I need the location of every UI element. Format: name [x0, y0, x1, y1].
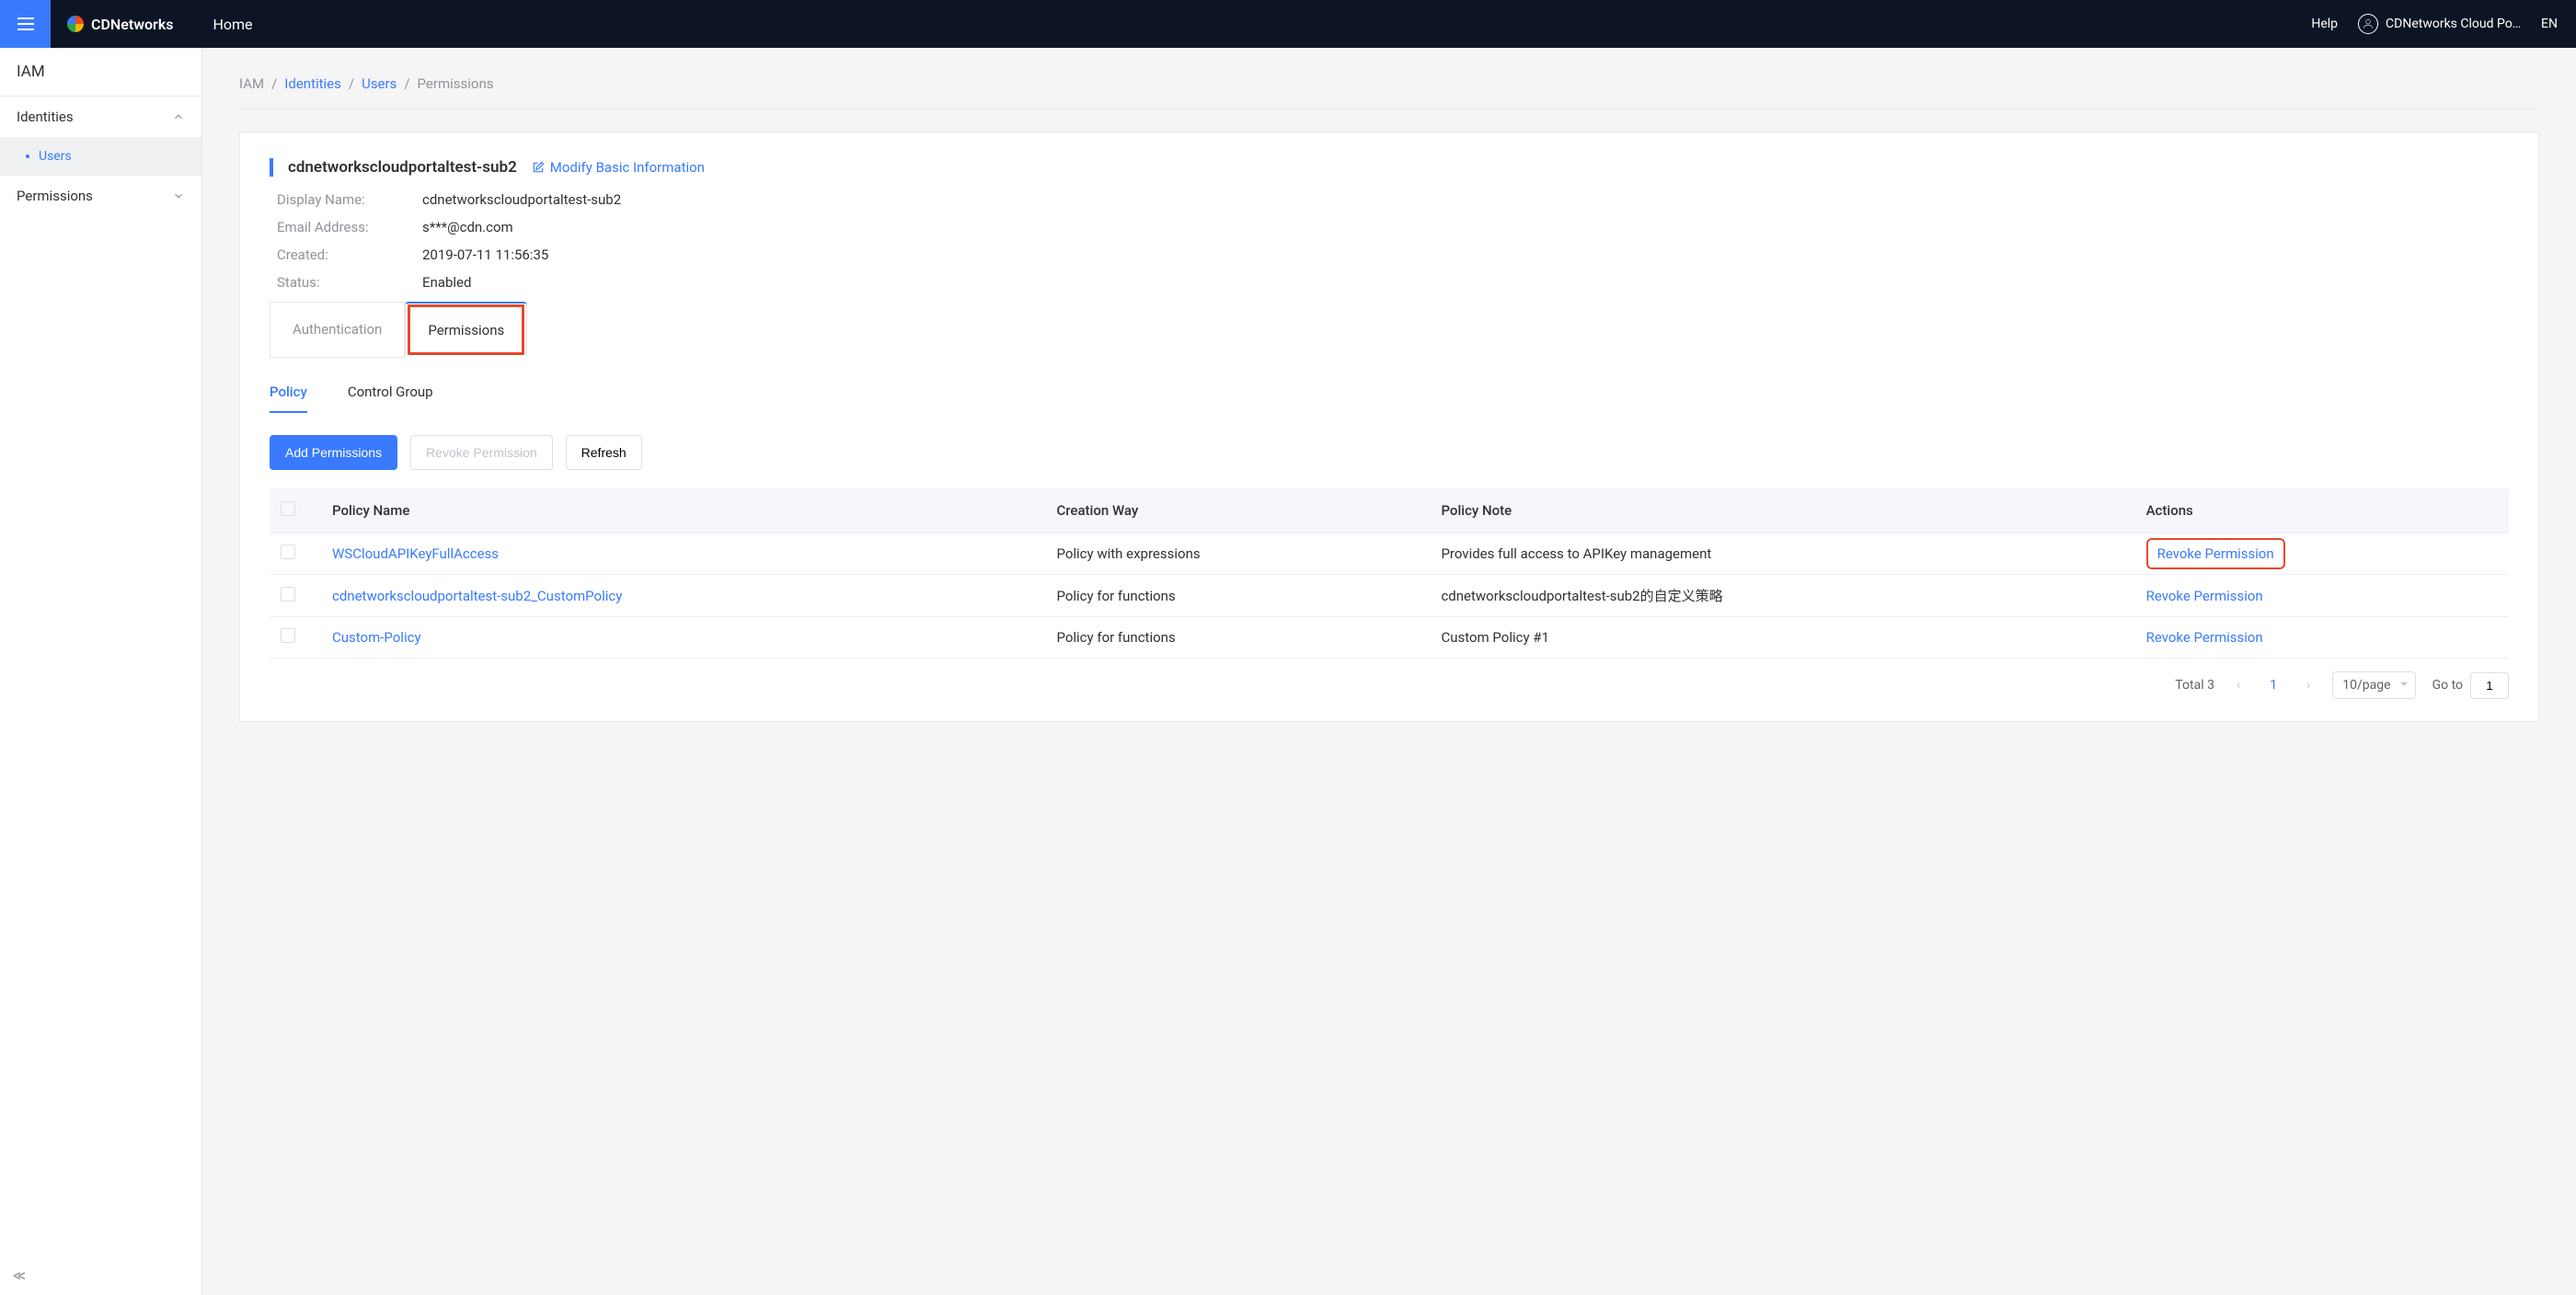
policy-note: cdnetworkscloudportaltest-sub2的自定义策略	[1430, 575, 2134, 617]
pager-goto-input[interactable]	[2470, 672, 2509, 699]
bullet-icon	[26, 155, 29, 158]
crumb-users[interactable]: Users	[362, 75, 397, 92]
pager-goto-label: Go to	[2432, 678, 2463, 693]
hamburger-icon	[15, 13, 37, 35]
crumb-permissions: Permissions	[418, 75, 494, 92]
chevron-down-icon	[172, 189, 185, 202]
crumb-iam: IAM	[239, 75, 264, 92]
add-permissions-button[interactable]: Add Permissions	[270, 435, 397, 470]
menu-toggle[interactable]	[0, 0, 51, 48]
sub-tabs: Policy Control Group	[270, 384, 2509, 413]
nav-home[interactable]: Home	[213, 16, 252, 33]
row-checkbox[interactable]	[281, 587, 295, 602]
tab-permissions[interactable]: Permissions	[405, 302, 527, 358]
table-row: Custom-Policy Policy for functionsCustom …	[270, 617, 2509, 659]
policy-note: Provides full access to APIKey managemen…	[1430, 533, 2134, 575]
user-menu[interactable]: CDNetworks Cloud Po…	[2358, 14, 2521, 34]
creation-way: Policy for functions	[1045, 617, 1430, 659]
kv-created: Created: 2019-07-11 11:56:35	[277, 246, 2509, 263]
select-all-checkbox[interactable]	[281, 501, 295, 516]
breadcrumb: IAM / Identities / Users / Permissions	[239, 75, 2539, 109]
pager-total: Total 3	[2175, 678, 2214, 693]
subtab-policy[interactable]: Policy	[270, 384, 307, 413]
revoke-permission-link[interactable]: Revoke Permission	[2146, 588, 2263, 604]
kv-email: Email Address: s***@cdn.com	[277, 219, 2509, 235]
policy-note: Custom Policy #1	[1430, 617, 2134, 659]
table-row: WSCloudAPIKeyFullAccess Policy with expre…	[270, 533, 2509, 575]
creation-way: Policy with expressions	[1045, 533, 1430, 575]
pager-next[interactable]: ›	[2301, 678, 2316, 693]
chevron-up-icon	[172, 110, 185, 123]
modify-label: Modify Basic Information	[550, 159, 705, 176]
revoke-permission-link[interactable]: Revoke Permission	[2146, 629, 2263, 646]
col-policy-name: Policy Name	[321, 488, 1045, 533]
action-buttons: Add Permissions Revoke Permission Refres…	[270, 435, 2509, 470]
logo-icon	[67, 16, 84, 32]
col-creation-way: Creation Way	[1045, 488, 1430, 533]
policy-link[interactable]: WSCloudAPIKeyFullAccess	[332, 545, 499, 562]
detail-tabs: Authentication Permissions	[270, 302, 2509, 358]
double-chevron-left-icon: <<	[13, 1266, 22, 1286]
detail-card: cdnetworkscloudportaltest-sub2 Modify Ba…	[239, 132, 2539, 722]
edit-icon	[532, 161, 545, 174]
revoke-permission-link[interactable]: Revoke Permission	[2157, 545, 2274, 562]
creation-way: Policy for functions	[1045, 575, 1430, 617]
policy-link[interactable]: cdnetworkscloudportaltest-sub2_CustomPol…	[332, 588, 622, 604]
sidebar-group-permissions[interactable]: Permissions	[0, 176, 201, 216]
policy-link[interactable]: Custom-Policy	[332, 629, 421, 646]
brand-text: CDNetworks	[91, 16, 173, 33]
brand[interactable]: CDNetworks	[51, 16, 190, 33]
sidebar-item-users[interactable]: Users	[0, 137, 201, 176]
top-bar: CDNetworks Home Help CDNetworks Cloud Po…	[0, 0, 2576, 48]
kv-display-name: Display Name: cdnetworkscloudportaltest-…	[277, 191, 2509, 208]
lang-switch[interactable]: EN	[2541, 17, 2558, 31]
user-icon	[2358, 14, 2378, 34]
page-title: cdnetworkscloudportaltest-sub2	[288, 158, 517, 177]
pager-page-1[interactable]: 1	[2262, 674, 2284, 696]
sidebar-group-label: Permissions	[17, 188, 93, 204]
sidebar-collapse[interactable]: <<	[0, 1257, 201, 1295]
sidebar: IAM Identities Users Permissions <<	[0, 48, 202, 1295]
modify-basic-info-link[interactable]: Modify Basic Information	[532, 159, 705, 176]
col-actions: Actions	[2135, 488, 2509, 533]
sidebar-title: IAM	[0, 48, 201, 97]
accent-bar	[270, 158, 273, 177]
pager-prev[interactable]: ‹	[2231, 678, 2246, 693]
highlight-box: Revoke Permission	[2146, 538, 2285, 569]
tab-authentication[interactable]: Authentication	[270, 302, 405, 358]
sidebar-group-label: Identities	[17, 109, 74, 125]
kv-status: Status: Enabled	[277, 274, 2509, 291]
permissions-table: Policy Name Creation Way Policy Note Act…	[270, 488, 2509, 659]
row-checkbox[interactable]	[281, 544, 295, 559]
refresh-button[interactable]: Refresh	[566, 435, 642, 470]
pagination: Total 3 ‹ 1 › 10/page Go to	[270, 671, 2509, 699]
nav-help[interactable]: Help	[2311, 17, 2338, 31]
col-policy-note: Policy Note	[1430, 488, 2134, 533]
sidebar-group-identities[interactable]: Identities	[0, 97, 201, 137]
main-content: IAM / Identities / Users / Permissions c…	[202, 48, 2576, 1295]
revoke-permission-button[interactable]: Revoke Permission	[410, 435, 553, 470]
user-label: CDNetworks Cloud Po…	[2386, 17, 2521, 31]
sidebar-item-label: Users	[39, 149, 72, 164]
table-row: cdnetworkscloudportaltest-sub2_CustomPol…	[270, 575, 2509, 617]
crumb-identities[interactable]: Identities	[284, 75, 341, 92]
row-checkbox[interactable]	[281, 628, 295, 643]
pager-size-select[interactable]: 10/page	[2332, 671, 2415, 699]
subtab-control-group[interactable]: Control Group	[348, 384, 433, 413]
